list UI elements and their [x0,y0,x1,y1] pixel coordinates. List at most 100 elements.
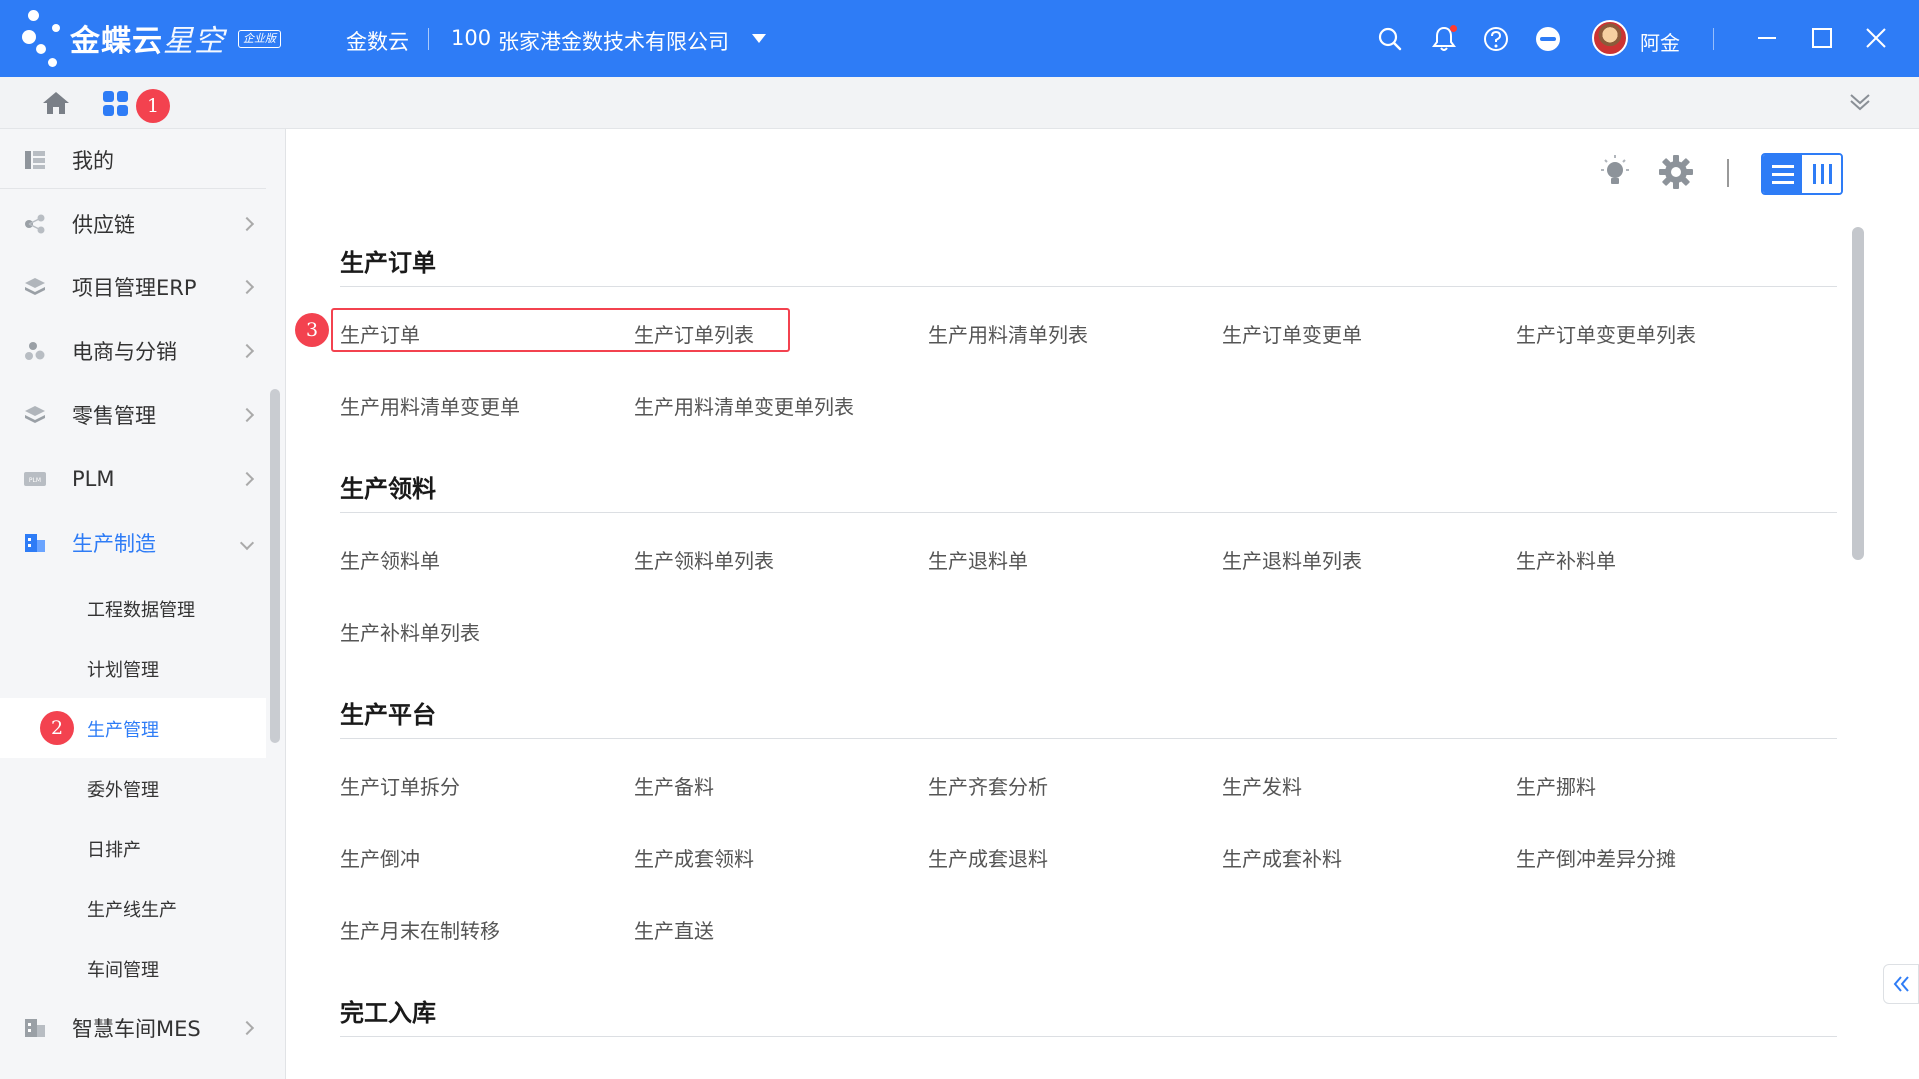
link-supplement-list[interactable]: 生产补料单 [1516,545,1616,574]
link-pick-list[interactable]: 生产领料单 [340,545,440,574]
sidebar-item-label: 我的 [72,149,114,173]
search-icon[interactable] [1375,24,1405,54]
section-title-production-order: 生产订单 [340,249,436,277]
sidebar-subitem-workshop[interactable]: 车间管理 [0,938,266,998]
link-kit-pick[interactable]: 生产成套领料 [634,843,754,872]
minimize-icon[interactable] [1753,24,1781,52]
chevron-right-icon [239,1020,255,1036]
link-order-split[interactable]: 生产订单拆分 [340,771,460,800]
link-backflush[interactable]: 生产倒冲 [340,843,420,872]
link-production-bom-change-list[interactable]: 生产用料清单变更单列表 [634,391,854,420]
main-content: 生产订单 3 生产订单 生产订单列表 生产用料清单列表 生产订单变更单 生产订单… [287,129,1919,1079]
apps-grid-icon[interactable] [103,91,129,117]
section-divider [340,1036,1837,1037]
highlight-box [331,308,790,352]
gear-icon[interactable] [1659,155,1693,189]
title-bar: 金蝶云星空 企业版 金数云 100 张家港金数技术有限公司 阿金 [0,0,1919,77]
link-production-bom-change[interactable]: 生产用料清单变更单 [340,391,520,420]
link-production-order-change-list[interactable]: 生产订单变更单列表 [1516,319,1696,348]
caret-down-icon[interactable] [752,34,766,43]
sidebar-item-label: 供应链 [72,213,135,237]
double-chevron-left-icon[interactable] [1883,964,1919,1004]
edition-badge: 企业版 [238,30,281,48]
link-return-list[interactable]: 生产退料单 [928,545,1028,574]
maximize-icon[interactable] [1808,24,1836,52]
link-supplement-list-list[interactable]: 生产补料单列表 [340,617,480,646]
sidebar-item-manufacturing[interactable]: 生产制造 [0,512,266,574]
link-pick-list-list[interactable]: 生产领料单列表 [634,545,774,574]
sidebar-subitem-production-management[interactable]: 2 生产管理 [0,698,266,758]
link-backflush-variance[interactable]: 生产倒冲差异分摊 [1516,843,1676,872]
sidebar-item-plm[interactable]: PLM PLM [0,448,266,510]
layers-icon [25,278,45,295]
step-marker-2: 2 [40,711,74,745]
sidebar-subitem-label: 日排产 [87,840,141,861]
link-material-issue[interactable]: 生产发料 [1222,771,1302,800]
svg-text:PLM: PLM [29,477,41,484]
title-divider [428,28,429,50]
link-material-transfer[interactable]: 生产挪料 [1516,771,1596,800]
close-icon[interactable] [1862,24,1890,52]
sidebar-item-project-erp[interactable]: 项目管理ERP [0,256,266,318]
sidebar-subitem-label: 生产线生产 [87,900,177,921]
factory-icon [25,534,45,552]
step-marker-3: 3 [295,313,329,347]
company-code[interactable]: 100 [451,26,491,50]
sidebar-item-label: 电商与分销 [72,340,177,364]
sidebar-subitem-outsourcing[interactable]: 委外管理 [0,758,266,818]
section-title-completion-receipt: 完工入库 [340,999,436,1027]
chevron-right-icon [239,471,255,487]
link-direct-delivery[interactable]: 生产直送 [634,915,714,944]
sidebar-scrollbar[interactable] [270,389,280,743]
sidebar-item-ecommerce[interactable]: 电商与分销 [0,320,266,382]
link-kit-return[interactable]: 生产成套退料 [928,843,1048,872]
lightbulb-icon[interactable] [1597,153,1633,191]
sidebar-item-label: 零售管理 [72,404,156,428]
sidebar-item-retail[interactable]: 零售管理 [0,384,266,446]
sidebar-item-supply-chain[interactable]: 供应链 [0,193,266,255]
sidebar-subitem-engineering-data[interactable]: 工程数据管理 [0,578,266,638]
section-title-production-platform: 生产平台 [340,701,436,729]
sidebar-subitem-label: 车间管理 [87,960,159,981]
list-view-icon[interactable] [1763,155,1802,193]
section-divider [340,738,1837,739]
link-material-prep[interactable]: 生产备料 [634,771,714,800]
sidebar-subitem-planning[interactable]: 计划管理 [0,638,266,698]
link-kit-supplement[interactable]: 生产成套补料 [1222,843,1342,872]
company-selector[interactable]: 张家港金数技术有限公司 [498,26,729,56]
sidebar-subitem-daily-schedule[interactable]: 日排产 [0,818,266,878]
plm-icon: PLM [24,472,46,486]
double-chevron-down-icon[interactable] [1848,90,1872,114]
username[interactable]: 阿金 [1640,27,1680,56]
sidebar-subitem-label: 委外管理 [87,780,159,801]
more-icon[interactable] [1533,24,1563,54]
product-name[interactable]: 金数云 [346,26,409,56]
link-production-order-change[interactable]: 生产订单变更单 [1222,319,1362,348]
bell-icon[interactable] [1429,24,1459,54]
toolbar-divider [1727,159,1729,187]
sidebar-item-mine[interactable]: 我的 [0,129,266,191]
home-icon[interactable] [42,91,70,115]
chevron-right-icon [239,407,255,423]
layers-icon [25,406,45,423]
chevron-right-icon [239,279,255,295]
link-production-bom-list[interactable]: 生产用料清单列表 [928,319,1088,348]
brand-name: 金蝶云星空 [70,24,225,59]
sidebar-divider [0,188,266,189]
main-scrollbar[interactable] [1852,227,1864,560]
user-avatar[interactable] [1592,20,1628,56]
sidebar-item-smart-workshop-mes[interactable]: 智慧车间MES [0,997,266,1059]
link-kitting-analysis[interactable]: 生产齐套分析 [928,771,1048,800]
factory-icon [25,1019,45,1037]
link-return-list-list[interactable]: 生产退料单列表 [1222,545,1362,574]
column-view-icon[interactable] [1802,155,1841,193]
sidebar-item-label: PLM [72,467,115,491]
link-month-end-wip[interactable]: 生产月末在制转移 [340,915,500,944]
sidebar-subitem-label: 生产管理 [87,720,159,741]
sidebar-subitem-line-production[interactable]: 生产线生产 [0,878,266,938]
chevron-down-icon [239,535,255,551]
window-divider [1713,28,1714,50]
step-marker-1: 1 [136,89,170,123]
sidebar: 我的 供应链 项目管理ERP 电商与分销 零售管理 PLM PLM 生产制造 工… [0,129,286,1079]
help-icon[interactable] [1481,24,1511,54]
